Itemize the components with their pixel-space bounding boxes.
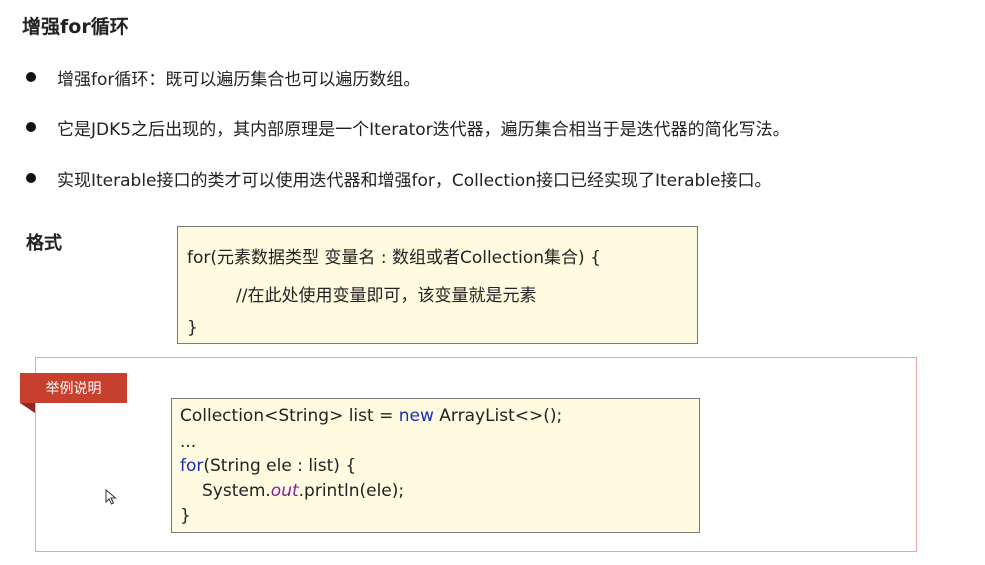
page-title: 增强for循环 (22, 16, 129, 38)
code-text: .println(ele); (298, 481, 405, 501)
bullet-dot-icon (26, 72, 36, 82)
code-keyword: for (180, 456, 204, 476)
code-text: System. (202, 481, 271, 501)
code-text: (String ele : list) { (203, 456, 357, 476)
tag-fold-decoration (20, 403, 35, 413)
code-keyword: new (398, 406, 434, 426)
bullet-item: 它是JDK5之后出现的，其内部原理是一个Iterator迭代器，遍历集合相当于是… (26, 114, 790, 140)
code-line: ... (180, 432, 197, 452)
example-code-box: Collection<String> list = new ArrayList<… (171, 398, 700, 533)
code-line: System.out.println(ele); (202, 481, 404, 501)
example-tag: 举例说明 (20, 373, 127, 403)
bullet-dot-icon (26, 173, 36, 183)
bullet-text: 实现Iterable接口的类才可以使用迭代器和增强for，Collection接… (57, 170, 772, 191)
bullet-text: 增强for循环：既可以遍历集合也可以遍历数组。 (57, 69, 421, 90)
code-line: Collection<String> list = new ArrayList<… (180, 406, 562, 426)
bullet-text: 它是JDK5之后出现的，其内部原理是一个Iterator迭代器，遍历集合相当于是… (57, 119, 790, 140)
format-label: 格式 (26, 233, 62, 254)
bullet-item: 实现Iterable接口的类才可以使用迭代器和增强for，Collection接… (26, 165, 772, 191)
code-field: out (270, 481, 299, 501)
bullet-item: 增强for循环：既可以遍历集合也可以遍历数组。 (26, 64, 420, 90)
format-line: } (187, 318, 198, 338)
code-text: Collection<String> list = (180, 406, 399, 426)
format-line: //在此处使用变量即可，该变量就是元素 (236, 286, 537, 306)
format-line: for(元素数据类型 变量名 : 数组或者Collection集合) { (187, 248, 601, 268)
format-syntax-box: for(元素数据类型 变量名 : 数组或者Collection集合) { //在… (177, 226, 698, 344)
code-line: } (180, 506, 191, 526)
mouse-cursor-icon (105, 489, 117, 505)
code-line: for(String ele : list) { (180, 456, 356, 476)
code-text: ArrayList<>(); (433, 406, 563, 426)
bullet-dot-icon (26, 122, 36, 132)
